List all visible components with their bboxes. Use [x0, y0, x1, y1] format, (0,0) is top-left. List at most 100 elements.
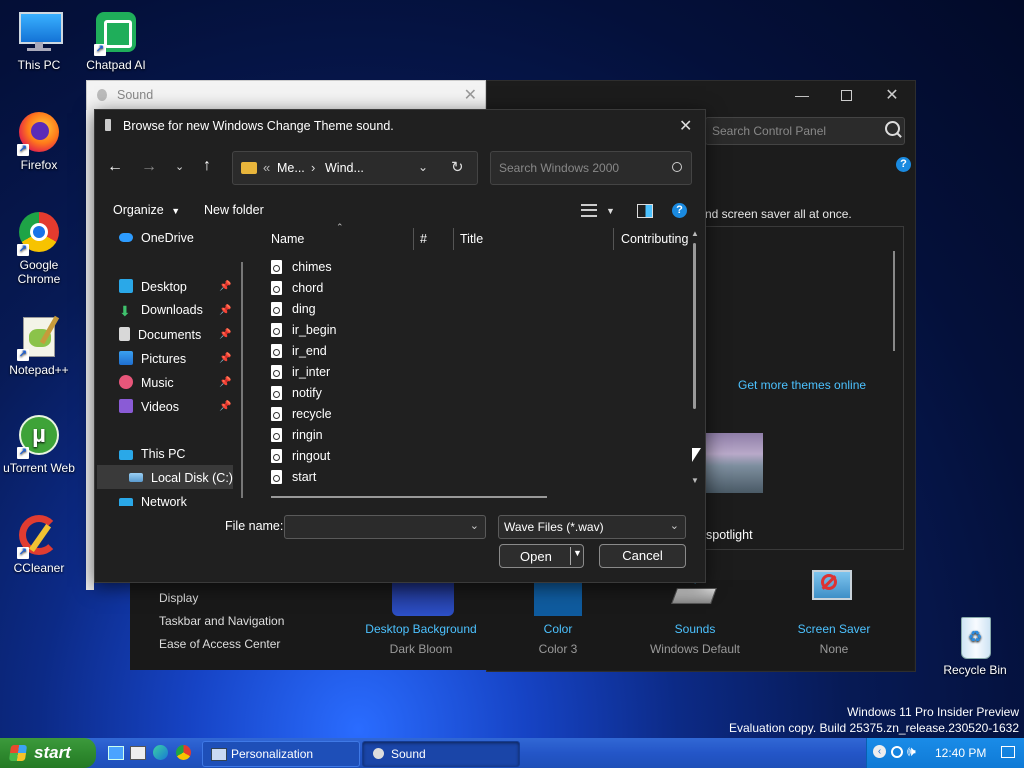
- wave-file-icon: [271, 260, 282, 274]
- taskbar-personalization[interactable]: Personalization: [202, 741, 360, 767]
- breadcrumb-windows[interactable]: Wind...: [325, 161, 364, 175]
- maximize-icon: [840, 90, 852, 101]
- file-type-select[interactable]: Wave Files (*.wav) ⌄: [498, 515, 686, 539]
- file-name-input[interactable]: ⌄: [284, 515, 486, 539]
- refresh-icon[interactable]: ↻: [451, 158, 464, 176]
- start-button[interactable]: start: [0, 738, 96, 768]
- help-icon[interactable]: ?: [672, 203, 687, 218]
- file-list-item[interactable]: ir_inter: [271, 365, 330, 379]
- desktop-icon-google-chrome[interactable]: ↗ Google Chrome: [1, 210, 77, 286]
- file-list-scroll-down-icon[interactable]: ▼: [691, 476, 699, 485]
- control-panel-search-input[interactable]: Search Control Panel: [705, 117, 905, 145]
- notification-icon[interactable]: [1001, 746, 1015, 758]
- color-item[interactable]: Color Color 3: [514, 622, 602, 656]
- desktop-background-item[interactable]: Desktop Background Dark Bloom: [355, 622, 487, 656]
- sound-window-titlebar: Sound ✕: [86, 80, 486, 112]
- see-also-ease-of-access-link[interactable]: Ease of Access Center: [159, 637, 280, 651]
- nav-downloads[interactable]: ⬇ Downloads: [119, 303, 203, 318]
- column-header-name[interactable]: Name: [271, 232, 304, 246]
- view-options-icon[interactable]: [581, 204, 597, 217]
- desktop-icon-label: Google Chrome: [17, 258, 61, 286]
- pin-icon: 📌: [219, 329, 232, 340]
- sound-window-close-button[interactable]: ✕: [464, 85, 477, 105]
- see-also-taskbar-link[interactable]: Taskbar and Navigation: [159, 614, 284, 628]
- nav-videos[interactable]: Videos: [119, 399, 179, 414]
- file-list-item[interactable]: ir_end: [271, 344, 327, 358]
- nav-this-pc[interactable]: This PC: [119, 447, 185, 461]
- address-dropdown-chevron-icon[interactable]: ⌄: [418, 160, 428, 174]
- chrome-icon: ↗: [17, 210, 61, 256]
- file-list-item[interactable]: notify: [271, 386, 322, 400]
- back-button[interactable]: ←: [107, 158, 123, 176]
- dialog-search-input[interactable]: Search Windows 2000: [490, 151, 692, 185]
- desktop-icon-notepad-plus-plus[interactable]: ↗ Notepad++: [1, 315, 77, 377]
- sounds-item[interactable]: Sounds Windows Default: [640, 622, 750, 656]
- tray-chevron-left-icon[interactable]: ‹: [873, 745, 886, 758]
- open-button[interactable]: Open ▼: [499, 544, 584, 568]
- address-bar[interactable]: « Me... › Wind... ⌄ ↻: [232, 151, 478, 185]
- file-list-horizontal-scrollbar[interactable]: [271, 496, 547, 498]
- file-list-item[interactable]: start: [271, 470, 316, 484]
- quicklaunch-chrome-icon[interactable]: [176, 745, 191, 760]
- recent-locations-chevron-icon[interactable]: ⌄: [175, 160, 184, 173]
- nav-onedrive[interactable]: OneDrive: [119, 231, 194, 245]
- taskbar-sound[interactable]: Sound: [362, 741, 520, 767]
- maximize-button[interactable]: [831, 86, 861, 106]
- quicklaunch-show-desktop-icon[interactable]: [108, 746, 124, 760]
- theme-description: nd screen saver all at once.: [705, 207, 852, 221]
- file-list-item[interactable]: chimes: [271, 260, 332, 274]
- forward-button[interactable]: →: [141, 158, 157, 176]
- file-list-item[interactable]: chord: [271, 281, 323, 295]
- cancel-button[interactable]: Cancel: [599, 544, 686, 568]
- up-button[interactable]: ↑: [203, 157, 211, 175]
- desktop-icon-utorrent-web[interactable]: µ ↗ uTorrent Web: [1, 413, 77, 475]
- ccleaner-icon: ↗: [17, 513, 61, 559]
- file-list-item[interactable]: ringout: [271, 449, 330, 463]
- nav-pane-scrollbar[interactable]: [241, 262, 243, 498]
- nav-pictures[interactable]: Pictures: [119, 351, 186, 366]
- column-header-title[interactable]: Title: [460, 232, 483, 246]
- file-list-vertical-scrollbar[interactable]: [693, 243, 696, 409]
- volume-icon[interactable]: 🕪: [907, 743, 916, 760]
- chevron-down-icon[interactable]: ▼: [573, 548, 582, 558]
- breadcrumb-media[interactable]: Me...: [277, 161, 305, 175]
- desktop-icon-firefox[interactable]: ↗ Firefox: [1, 110, 77, 172]
- file-list-item[interactable]: recycle: [271, 407, 332, 421]
- quicklaunch-edge-icon[interactable]: [153, 745, 168, 760]
- clock[interactable]: 12:40 PM: [935, 746, 986, 760]
- file-list-item[interactable]: ringin: [271, 428, 323, 442]
- new-folder-button[interactable]: New folder: [204, 203, 264, 217]
- spotlight-theme-thumbnail[interactable]: [703, 433, 763, 493]
- desktop-icon-chatpad-ai[interactable]: ↗ Chatpad AI: [78, 10, 154, 72]
- nav-music[interactable]: Music: [119, 375, 174, 390]
- file-list-item[interactable]: ir_begin: [271, 323, 336, 337]
- nav-documents[interactable]: Documents: [119, 327, 201, 342]
- minimize-button[interactable]: —: [787, 87, 817, 107]
- color-swatch-icon: [534, 580, 582, 616]
- nav-local-disk[interactable]: Local Disk (C:): [129, 471, 233, 485]
- breadcrumb-overflow[interactable]: «: [263, 160, 270, 175]
- file-name: ringin: [292, 428, 323, 442]
- column-header-number[interactable]: #: [420, 232, 427, 246]
- file-list-item[interactable]: ding: [271, 302, 316, 316]
- close-button[interactable]: ✕: [877, 85, 907, 105]
- see-also-display-link[interactable]: Display: [159, 591, 198, 605]
- organize-menu-button[interactable]: Organize ▼: [113, 203, 180, 217]
- quicklaunch-window-icon[interactable]: [130, 746, 146, 760]
- desktop-icon-this-pc[interactable]: This PC: [1, 10, 77, 72]
- nav-desktop[interactable]: Desktop: [119, 279, 187, 294]
- help-icon[interactable]: ?: [896, 157, 911, 172]
- drive-icon: [129, 473, 143, 482]
- file-list-scroll-up-icon[interactable]: ▲: [691, 229, 699, 238]
- network-icon[interactable]: [891, 746, 903, 758]
- dialog-close-button[interactable]: ✕: [679, 116, 692, 136]
- theme-list-scrollbar[interactable]: [893, 251, 895, 351]
- desktop-icon-ccleaner[interactable]: ↗ CCleaner: [1, 513, 77, 575]
- column-header-contributing[interactable]: Contributing: [621, 232, 688, 246]
- preview-pane-icon[interactable]: [637, 204, 653, 218]
- screen-saver-item[interactable]: Screen Saver None: [784, 622, 884, 656]
- view-chevron-down-icon[interactable]: ▼: [606, 206, 615, 216]
- column-divider: [453, 228, 454, 250]
- desktop-icon-recycle-bin[interactable]: ♻ Recycle Bin: [937, 615, 1013, 677]
- get-more-themes-link[interactable]: Get more themes online: [738, 378, 866, 392]
